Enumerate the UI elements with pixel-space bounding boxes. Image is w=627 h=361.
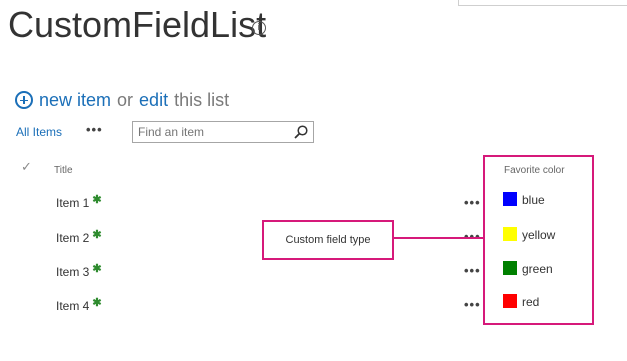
color-value: yellow (522, 228, 556, 242)
list-item-title[interactable]: Item 3 ✱ (56, 263, 102, 279)
color-swatch (503, 192, 517, 206)
add-circle-icon[interactable] (15, 91, 33, 109)
color-swatch (503, 261, 517, 275)
search-icon[interactable] (293, 124, 309, 140)
search-input[interactable] (133, 124, 290, 140)
select-all-checkmark-icon[interactable]: ✓ (21, 159, 32, 175)
list-item-title[interactable]: Item 1 ✱ (56, 194, 102, 210)
color-value: red (522, 295, 540, 309)
more-views-button[interactable]: ••• (86, 122, 103, 137)
column-header-title[interactable]: Title (54, 165, 73, 176)
item-title-text[interactable]: Item 1 (56, 196, 89, 210)
page-title: CustomFieldList (8, 4, 267, 45)
new-item-icon: ✱ (92, 263, 102, 275)
list-item-title[interactable]: Item 4 ✱ (56, 297, 102, 313)
info-icon[interactable]: i (252, 21, 266, 35)
callout-text: Custom field type (285, 234, 371, 246)
row-menu-button[interactable]: ••• (464, 297, 481, 312)
search-box (132, 121, 314, 143)
column-header-favorite-color[interactable]: Favorite color (504, 165, 565, 176)
new-item-icon: ✱ (92, 194, 102, 206)
item-title-text[interactable]: Item 3 (56, 265, 89, 279)
this-list-text: this list (174, 89, 230, 110)
top-right-panel (458, 0, 627, 6)
new-item-link[interactable]: new item (39, 90, 111, 111)
edit-link[interactable]: edit (139, 90, 168, 111)
color-swatch (503, 294, 517, 308)
row-menu-button[interactable]: ••• (464, 263, 481, 278)
command-bar: new item or edit this list (15, 89, 229, 111)
or-text: or (117, 89, 134, 110)
new-item-icon: ✱ (92, 297, 102, 309)
list-item-title[interactable]: Item 2 ✱ (56, 229, 102, 245)
new-item-icon: ✱ (92, 229, 102, 241)
color-swatch (503, 227, 517, 241)
custom-field-type-callout: Custom field type (262, 220, 394, 260)
row-menu-button[interactable]: ••• (464, 195, 481, 210)
color-value: green (522, 262, 553, 276)
view-all-items[interactable]: All Items (16, 125, 62, 139)
item-title-text[interactable]: Item 2 (56, 231, 89, 245)
item-title-text[interactable]: Item 4 (56, 299, 89, 313)
color-value: blue (522, 193, 545, 207)
callout-connector (394, 237, 484, 239)
